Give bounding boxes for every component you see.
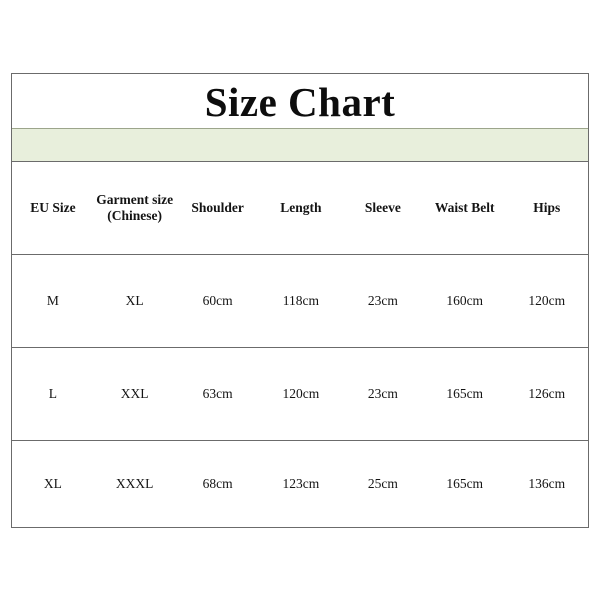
size-chart-grid: EU Size Garment size (Chinese) Shoulder … <box>12 162 588 529</box>
table-row: XL XXXL 68cm 123cm 25cm 165cm 136cm <box>12 441 588 527</box>
cell-waist-belt: 160cm <box>446 292 484 308</box>
accent-band <box>12 128 588 162</box>
cell-shoulder: 68cm <box>202 475 233 491</box>
cell-sleeve: 25cm <box>367 475 398 491</box>
column-header-sleeve: Sleeve <box>364 199 401 215</box>
table-row: L XXL 63cm 120cm 23cm 165cm 126cm <box>12 348 588 441</box>
cell-length: 123cm <box>282 475 320 491</box>
cell-sleeve: 23cm <box>367 292 398 308</box>
cell-shoulder: 60cm <box>202 292 233 308</box>
cell-eu-size: XL <box>43 475 62 491</box>
cell-waist-belt: 165cm <box>446 475 484 491</box>
cell-hips: 136cm <box>528 475 566 491</box>
cell-hips: 120cm <box>528 292 566 308</box>
cell-eu-size: M <box>46 292 59 308</box>
column-header-waist-belt: Waist Belt <box>434 199 495 215</box>
column-header-shoulder: Shoulder <box>191 199 244 215</box>
cell-garment-size: XL <box>125 292 144 308</box>
column-header-eu-size: EU Size <box>30 199 76 215</box>
cell-shoulder: 63cm <box>202 385 233 401</box>
cell-length: 120cm <box>282 385 320 401</box>
cell-length: 118cm <box>282 292 319 308</box>
column-header-garment-size: Garment size (Chinese) <box>96 191 174 223</box>
cell-waist-belt: 165cm <box>446 385 484 401</box>
cell-garment-size: XXL <box>120 385 149 401</box>
table-row: M XL 60cm 118cm 23cm 160cm 120cm <box>12 255 588 348</box>
title-band: Size Chart <box>12 74 588 129</box>
page-title: Size Chart <box>204 79 396 125</box>
cell-hips: 126cm <box>528 385 566 401</box>
column-header-length: Length <box>280 199 322 215</box>
cell-sleeve: 23cm <box>367 385 398 401</box>
size-chart-table: Size Chart EU Size Garment size (Chinese… <box>11 73 589 528</box>
table-header-row: EU Size Garment size (Chinese) Shoulder … <box>12 162 588 255</box>
cell-garment-size: XXXL <box>115 475 154 491</box>
cell-eu-size: L <box>48 385 58 401</box>
column-header-hips: Hips <box>533 199 561 215</box>
